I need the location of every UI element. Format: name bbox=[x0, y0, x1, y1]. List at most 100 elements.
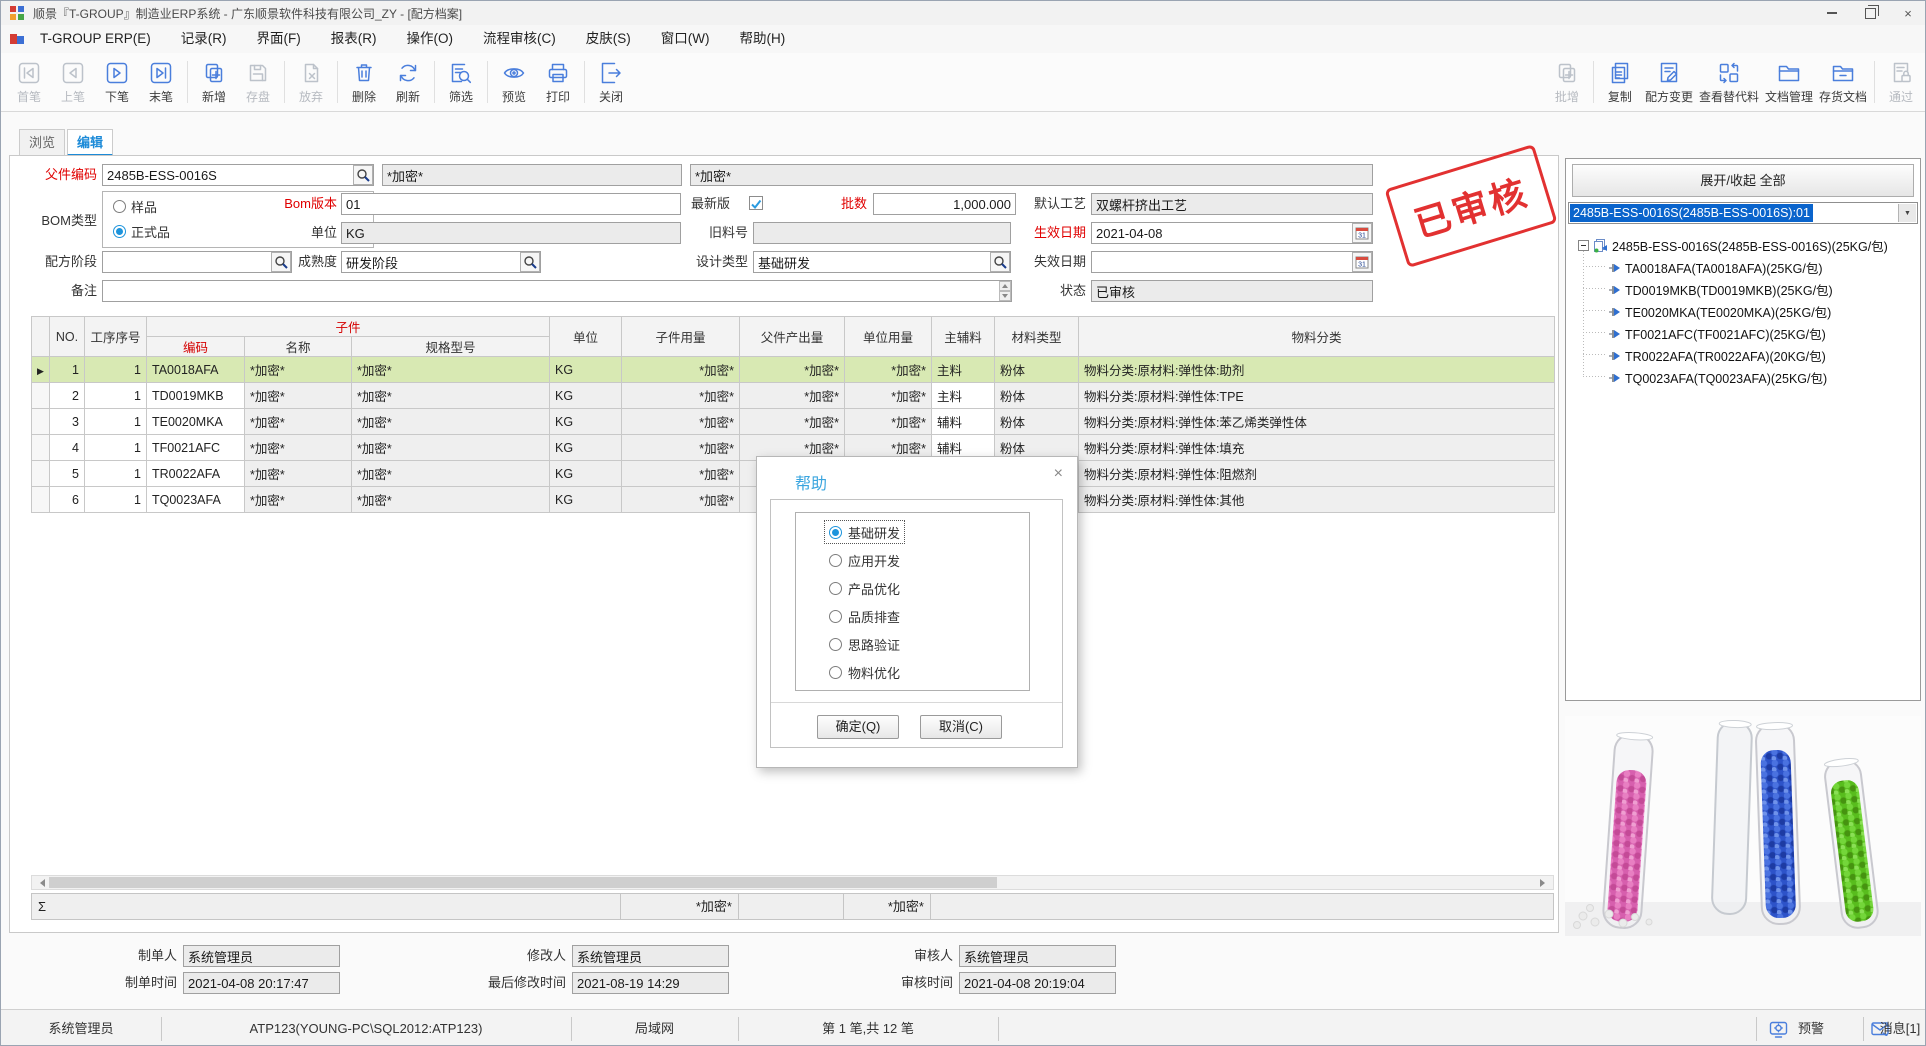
maturity-input[interactable] bbox=[341, 251, 541, 273]
window-close-button[interactable]: × bbox=[1889, 1, 1926, 25]
menu-record[interactable]: 记录(R) bbox=[166, 25, 242, 53]
effective-date-calendar-button[interactable]: 31 bbox=[1352, 223, 1372, 243]
parent-code-lookup-button[interactable] bbox=[353, 165, 373, 185]
expand-collapse-all-button[interactable]: 展开/收起 全部 bbox=[1572, 164, 1914, 197]
maturity-lookup-button[interactable] bbox=[520, 252, 540, 272]
bom-version-combobox[interactable]: 2485B-ESS-0016S(2485B-ESS-0016S):01 ▼ bbox=[1568, 202, 1918, 224]
erp-app-window: 顺景『T-GROUP』制造业ERP系统 - 广东顺景软件科技有限公司_ZY - … bbox=[0, 0, 1926, 1046]
copy-button[interactable]: 复制 bbox=[1598, 60, 1642, 105]
bom-version-input[interactable] bbox=[341, 193, 681, 215]
col-cls[interactable]: 物料分类 bbox=[1079, 317, 1555, 357]
col-no[interactable]: NO. bbox=[50, 317, 85, 357]
bom-type-option-formal[interactable]: 正式品 bbox=[113, 222, 170, 241]
print-button[interactable]: 打印 bbox=[536, 60, 580, 105]
col-name[interactable]: 名称 bbox=[245, 337, 352, 357]
menu-interface[interactable]: 界面(F) bbox=[242, 25, 316, 53]
parent-code-input[interactable] bbox=[102, 164, 374, 186]
menu-report[interactable]: 报表(R) bbox=[316, 25, 392, 53]
col-role[interactable]: 主辅料 bbox=[932, 317, 995, 357]
table-row[interactable]: 3 1 TE0020MKA *加密* *加密* KG *加密* *加密* *加密… bbox=[32, 409, 1555, 435]
next-record-button[interactable]: 下笔 bbox=[95, 60, 139, 105]
tree-item[interactable]: TD0019MKB(TD0019MKB)(25KG/包) bbox=[1608, 280, 1833, 299]
col-unit[interactable]: 单位 bbox=[550, 317, 622, 357]
batch-add-button[interactable]: 批增 bbox=[1545, 60, 1589, 105]
menu-help[interactable]: 帮助(H) bbox=[725, 25, 801, 53]
tree-item[interactable]: TQ0023AFA(TQ0023AFA)(25KG/包) bbox=[1608, 368, 1827, 387]
col-seq[interactable]: 工序序号 bbox=[85, 317, 147, 357]
refresh-button[interactable]: 刷新 bbox=[386, 60, 430, 105]
tree-item[interactable]: TE0020MKA(TE0020MKA)(25KG/包) bbox=[1608, 302, 1831, 321]
col-parent-output[interactable]: 父件产出量 bbox=[740, 317, 845, 357]
col-code[interactable]: 编码 bbox=[147, 337, 245, 357]
dialog-option-idea-verify[interactable]: 思路验证 bbox=[825, 633, 904, 655]
formula-change-button[interactable]: 配方变更 bbox=[1642, 60, 1696, 105]
calendar-icon: 31 bbox=[1355, 255, 1369, 269]
spinner-down-icon[interactable] bbox=[999, 291, 1011, 301]
first-record-button[interactable]: 首笔 bbox=[7, 60, 51, 105]
menu-workflow-audit[interactable]: 流程审核(C) bbox=[468, 25, 571, 53]
table-row[interactable]: 2 1 TD0019MKB *加密* *加密* KG *加密* *加密* *加密… bbox=[32, 383, 1555, 409]
col-type[interactable]: 材料类型 bbox=[995, 317, 1079, 357]
spinner-up-icon[interactable] bbox=[999, 281, 1011, 291]
prev-record-button[interactable]: 上笔 bbox=[51, 60, 95, 105]
design-type-input[interactable] bbox=[753, 251, 1011, 273]
discard-button[interactable]: 放弃 bbox=[289, 60, 333, 105]
approve-pass-button[interactable]: 通过 bbox=[1879, 60, 1923, 105]
table-row[interactable]: ▶ 1 1 TA0018AFA *加密* *加密* KG *加密* *加密* *… bbox=[32, 357, 1555, 383]
tree-root-item[interactable]: 2485B-ESS-0016S(2485B-ESS-0016S)(25KG/包) bbox=[1578, 236, 1888, 255]
col-spec[interactable]: 规格型号 bbox=[352, 337, 550, 357]
latest-version-checkbox[interactable] bbox=[749, 196, 763, 210]
svg-text:31: 31 bbox=[1358, 233, 1366, 240]
preview-button[interactable]: 预览 bbox=[492, 60, 536, 105]
document-manage-button[interactable]: 文档管理 bbox=[1762, 60, 1816, 105]
scroll-right-arrow-icon[interactable] bbox=[1536, 876, 1553, 889]
menu-skin[interactable]: 皮肤(S) bbox=[571, 25, 646, 53]
tree-collapse-icon[interactable] bbox=[1578, 240, 1589, 251]
dialog-option-basic-rd[interactable]: 基础研发 bbox=[825, 521, 904, 543]
tree-item[interactable]: TF0021AFC(TF0021AFC)(25KG/包) bbox=[1608, 324, 1826, 343]
alert-monitor-icon[interactable] bbox=[1769, 1020, 1789, 1039]
close-form-button[interactable]: 关闭 bbox=[589, 60, 633, 105]
remark-spinner[interactable] bbox=[999, 281, 1011, 301]
expire-date-calendar-button[interactable]: 31 bbox=[1352, 252, 1372, 272]
window-minimize-button[interactable] bbox=[1813, 1, 1851, 25]
scrollbar-thumb[interactable] bbox=[49, 877, 997, 888]
col-unit-usage[interactable]: 单位用量 bbox=[845, 317, 932, 357]
status-alert[interactable]: 预警 bbox=[1791, 1010, 1831, 1046]
scroll-left-arrow-icon[interactable] bbox=[32, 876, 49, 889]
menu-tgroup-erp[interactable]: T-GROUP ERP(E) bbox=[25, 25, 166, 53]
effective-date-input[interactable] bbox=[1091, 222, 1373, 244]
tab-browse[interactable]: 浏览 bbox=[19, 129, 65, 155]
remark-input[interactable] bbox=[102, 280, 1012, 302]
menu-window[interactable]: 窗口(W) bbox=[646, 25, 725, 53]
view-substitute-button[interactable]: 查看替代料 bbox=[1696, 60, 1762, 105]
dialog-option-app-dev[interactable]: 应用开发 bbox=[825, 549, 904, 571]
table-horizontal-scrollbar[interactable] bbox=[31, 875, 1554, 890]
restore-icon bbox=[1865, 8, 1876, 19]
delete-button[interactable]: 删除 bbox=[342, 60, 386, 105]
inventory-document-button[interactable]: 存货文档 bbox=[1816, 60, 1870, 105]
dialog-close-icon[interactable]: × bbox=[1054, 465, 1063, 483]
chevron-down-icon[interactable]: ▼ bbox=[1898, 204, 1916, 222]
dialog-option-product-opt[interactable]: 产品优化 bbox=[825, 577, 904, 599]
expire-date-input[interactable] bbox=[1091, 251, 1373, 273]
dialog-ok-button[interactable]: 确定(Q) bbox=[817, 715, 899, 739]
tab-edit[interactable]: 编辑 bbox=[67, 129, 113, 156]
batch-input[interactable] bbox=[873, 193, 1016, 215]
add-button[interactable]: 新增 bbox=[192, 60, 236, 105]
dialog-option-quality-check[interactable]: 品质排查 bbox=[825, 605, 904, 627]
first-record-icon bbox=[16, 60, 42, 87]
window-restore-button[interactable] bbox=[1851, 1, 1889, 25]
filter-button[interactable]: 筛选 bbox=[439, 60, 483, 105]
bom-type-option-sample[interactable]: 样品 bbox=[113, 197, 157, 216]
tree-item[interactable]: TA0018AFA(TA0018AFA)(25KG/包) bbox=[1608, 258, 1823, 277]
last-record-button[interactable]: 末笔 bbox=[139, 60, 183, 105]
menu-operation[interactable]: 操作(O) bbox=[392, 25, 469, 53]
col-child-qty[interactable]: 子件用量 bbox=[622, 317, 740, 357]
dialog-cancel-button[interactable]: 取消(C) bbox=[920, 715, 1002, 739]
status-message[interactable]: 消息[1] bbox=[1873, 1010, 1926, 1046]
dialog-option-material-opt[interactable]: 物料优化 bbox=[825, 661, 904, 683]
save-button[interactable]: 存盘 bbox=[236, 60, 280, 105]
design-type-lookup-button[interactable] bbox=[990, 252, 1010, 272]
tree-item[interactable]: TR0022AFA(TR0022AFA)(20KG/包) bbox=[1608, 346, 1826, 365]
